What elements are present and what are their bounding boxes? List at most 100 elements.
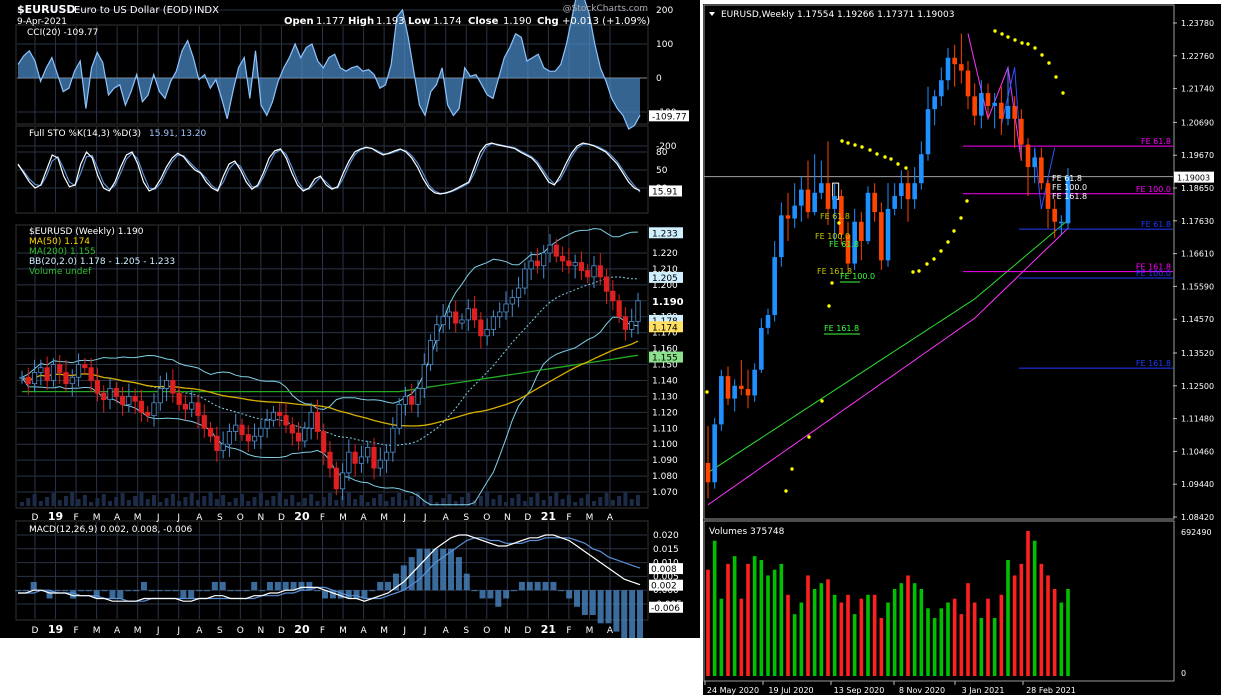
volume-bar [491,499,496,506]
macd-histogram-bar [15,590,21,592]
price-candle [352,451,358,464]
mt-candle-body [1032,157,1037,168]
price-candle [515,287,522,299]
price-candle [471,308,478,321]
mt-candle-body [752,369,757,396]
macd-histogram-bar [471,590,478,592]
volume-bar [636,495,640,506]
mt-candle-body [732,385,737,399]
mt-volume-bar [772,569,777,676]
volume-bar [541,500,546,506]
mt-volume-bar [919,589,924,676]
mt-sar-dot [1033,46,1037,50]
macd-histogram-bar [203,590,210,592]
price-candle [358,456,365,464]
price-candle [138,400,145,413]
low-value: 1.174 [433,16,462,27]
mt-sar-dot [840,139,844,143]
price-candle [44,367,50,381]
x-axis-label: M [339,626,347,636]
mt-time-label: 28 Feb 2021 [1026,686,1076,695]
volume-bar [214,499,219,506]
volume-bar [309,494,314,506]
mt-price-tick: 1.19670 [1181,151,1214,160]
mt-volume-bar [752,556,757,676]
volume-bar [560,499,565,506]
mt-volume-bar [706,569,710,676]
mt-volume-bar [779,563,784,676]
volume-bar [64,496,68,506]
volume-bar [139,492,144,506]
price-candle [346,451,352,474]
mt-fe-label: FE 61.8 [820,212,850,221]
price-candle [578,262,585,271]
price-candle [465,308,471,321]
macd-histogram-bar [526,581,533,591]
open-label: Open [284,16,314,27]
mt-sar-dot [952,229,956,233]
macd-histogram-bar [416,548,423,591]
mt-volume-bar [1039,563,1044,676]
macd-histogram-bar [495,590,502,607]
macd-histogram-bar [188,590,195,599]
price-candle [616,300,622,318]
macd-histogram-bar [448,548,455,591]
close-value: 1.190 [503,16,532,27]
mt-sar-dot [705,390,709,394]
x-axis-label: A [443,513,450,523]
price-candle [409,395,415,405]
mt-candle-body [1039,157,1044,184]
price-candle [38,367,44,373]
macd-histogram-bar [180,590,187,599]
x-axis-label: M [586,513,594,523]
macd-histogram-bar [637,590,643,640]
x-axis-label: 20 [294,623,310,636]
price-candle [453,311,459,324]
price-candle [151,402,157,416]
macd-histogram-bar [196,590,203,592]
mt-sar-dot [875,152,879,156]
macd-histogram-bar [550,581,557,591]
volume-bar [133,496,138,506]
price-candle [572,262,578,267]
macd-histogram-bar [148,590,155,592]
mt-candle-body [772,257,777,316]
macd-histogram-bar [298,581,305,591]
mt-volume-bar [1012,575,1017,676]
price-candle [597,265,603,278]
macd-histogram-bar [219,581,226,591]
mt-sar-dot [1061,91,1065,95]
mt-sar-dot [830,281,834,285]
volume-bar [101,494,106,506]
mt-candle-body [985,93,991,106]
mt-volume-bar [1032,540,1037,676]
mt-candle-body [719,376,724,425]
exchange-label: INDX [194,5,219,16]
mt-candle-body [959,64,964,71]
price-candle [402,395,409,405]
price-candle [314,411,321,432]
cci-last-value: -109.77 [652,112,687,122]
mt-sar-dot [1054,75,1058,79]
macd-tick: 0.015 [653,545,679,555]
macd-histogram-bar [487,590,494,599]
price-candle [277,411,283,416]
mt-candle-body [1059,221,1064,224]
mt-sar-dot [827,304,831,308]
price-candle [559,255,566,262]
mt-volume-bar [719,598,724,676]
mt-candle-body [799,189,804,206]
macd-label: MACD(12,26,9) 0.002, 0.008, -0.006 [29,525,192,535]
volume-bar [208,492,213,506]
mt-candle-body [892,196,897,209]
price-candle [503,303,509,313]
volume-bar [95,498,100,506]
x-axis-label: S [217,626,223,636]
price-candle [591,265,597,278]
mt-volume-bar [986,598,990,676]
mt-candle-body [745,388,751,396]
mt-volume-bar [1059,602,1064,676]
volume-bar [623,492,628,506]
mt-fibo-label: FE 61.8 [1141,220,1171,229]
mt-price-tick: 1.13520 [1181,349,1214,358]
